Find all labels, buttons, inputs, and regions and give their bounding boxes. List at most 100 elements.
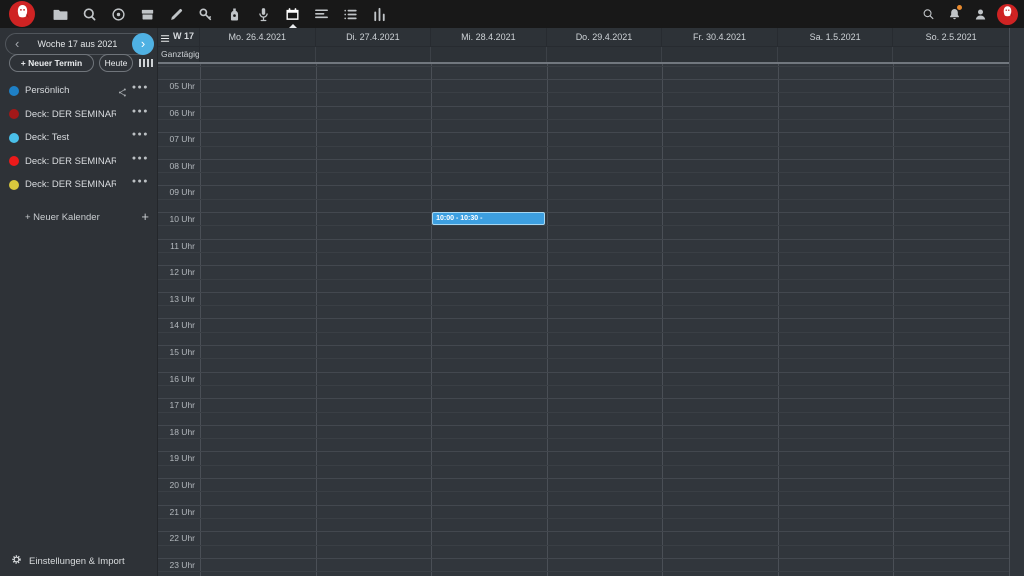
hour-line <box>158 212 1009 213</box>
column-divider <box>431 64 432 576</box>
bar-chart-icon[interactable] <box>365 0 394 28</box>
allday-cell[interactable] <box>431 47 547 62</box>
day-header[interactable]: Fr. 30.4.2021 <box>662 28 778 46</box>
magnifier-circle-icon[interactable] <box>75 0 104 28</box>
key-icon[interactable] <box>191 0 220 28</box>
half-hour-line <box>158 199 1009 200</box>
day-header[interactable]: Di. 27.4.2021 <box>316 28 432 46</box>
time-grid[interactable]: 05 Uhr06 Uhr07 Uhr08 Uhr09 Uhr10 Uhr11 U… <box>158 64 1024 576</box>
more-options-icon[interactable]: ●●● <box>132 84 149 91</box>
new-calendar-button[interactable]: + Neuer Kalender + <box>0 207 158 229</box>
half-hour-line <box>158 438 1009 439</box>
calendar-name: Deck: DER SEMINAR | Dailys <box>25 179 116 190</box>
hour-label: 05 Uhr <box>158 81 195 91</box>
day-header[interactable]: So. 2.5.2021 <box>893 28 1009 46</box>
avatar[interactable] <box>997 4 1018 25</box>
hour-label: 18 Uhr <box>158 427 195 437</box>
column-divider <box>547 64 548 576</box>
previous-week-button[interactable]: ‹ <box>15 36 19 51</box>
hour-line <box>158 239 1009 240</box>
align-left-icon[interactable] <box>307 0 336 28</box>
allday-cell[interactable] <box>547 47 663 62</box>
day-header[interactable]: Sa. 1.5.2021 <box>778 28 894 46</box>
calendar-icon[interactable] <box>278 0 307 28</box>
new-calendar-label: + Neuer Kalender <box>25 212 100 223</box>
folder-icon[interactable] <box>46 0 75 28</box>
calendar-event[interactable]: 10:00 - 10:30 - <box>432 212 545 225</box>
hour-line <box>158 185 1009 186</box>
half-hour-line <box>158 66 1009 67</box>
menu-icon[interactable] <box>160 31 171 42</box>
allday-cell[interactable] <box>316 47 432 62</box>
half-hour-line <box>158 146 1009 147</box>
more-options-icon[interactable]: ●●● <box>132 108 149 115</box>
notification-badge <box>957 5 962 10</box>
hour-line <box>158 318 1009 319</box>
contacts-icon[interactable] <box>967 0 993 28</box>
microphone-icon[interactable] <box>249 0 278 28</box>
calendar-list-item[interactable]: Deck: Test●●● <box>0 126 158 150</box>
calendar-list-item[interactable]: Persönlich●●● <box>0 79 158 103</box>
hour-line <box>158 558 1009 559</box>
calendar-color-dot <box>9 180 19 190</box>
hour-line <box>158 79 1009 80</box>
gear-icon <box>11 552 22 570</box>
view-columns-icon[interactable] <box>139 59 153 67</box>
half-hour-line <box>158 412 1009 413</box>
bottle-icon[interactable] <box>220 0 249 28</box>
allday-cell[interactable] <box>778 47 894 62</box>
hour-label: 16 Uhr <box>158 374 195 384</box>
hour-line <box>158 451 1009 452</box>
hour-label: 21 Uhr <box>158 507 195 517</box>
sidebar: ‹ Woche 17 aus 2021 › + Neuer Termin Heu… <box>0 28 158 576</box>
archive-icon[interactable] <box>133 0 162 28</box>
more-options-icon[interactable]: ●●● <box>132 178 149 185</box>
more-options-icon[interactable]: ●●● <box>132 155 149 162</box>
calendar-list-item[interactable]: Deck: DER SEMINAR | Dailys ●●● <box>0 173 158 197</box>
allday-cell[interactable] <box>893 47 1009 62</box>
app-logo[interactable] <box>9 1 35 27</box>
half-hour-line <box>158 305 1009 306</box>
day-header[interactable]: Do. 29.4.2021 <box>547 28 663 46</box>
column-divider <box>316 64 317 576</box>
allday-label: Ganztägig <box>158 47 200 62</box>
today-button[interactable]: Heute <box>99 54 133 72</box>
allday-cell[interactable] <box>200 47 316 62</box>
calendar-name: Deck: DER SEMINAR | Projekte <box>25 156 116 167</box>
at-circle-icon[interactable] <box>104 0 133 28</box>
calendar-list-item[interactable]: Deck: DER SEMINAR | Projekte ●●● <box>0 150 158 174</box>
half-hour-line <box>158 252 1009 253</box>
more-options-icon[interactable]: ●●● <box>132 131 149 138</box>
pencil-icon[interactable] <box>162 0 191 28</box>
share-icon[interactable] <box>117 85 128 96</box>
hour-label: 22 Uhr <box>158 533 195 543</box>
search-icon[interactable] <box>915 0 941 28</box>
active-app-indicator <box>289 24 297 28</box>
settings-button[interactable]: Einstellungen & Import <box>11 552 125 570</box>
next-week-button[interactable]: › <box>132 33 154 55</box>
allday-cell[interactable] <box>662 47 778 62</box>
half-hour-line <box>158 518 1009 519</box>
half-hour-line <box>158 119 1009 120</box>
column-divider <box>662 64 663 576</box>
checklist-icon[interactable] <box>336 0 365 28</box>
half-hour-line <box>158 385 1009 386</box>
hour-label: 17 Uhr <box>158 400 195 410</box>
grid-right-border <box>1009 28 1010 576</box>
hour-line <box>158 372 1009 373</box>
day-header[interactable]: Mo. 26.4.2021 <box>200 28 316 46</box>
allday-row: Ganztägig <box>158 46 1009 62</box>
bell-icon[interactable] <box>941 0 967 28</box>
topbar-right-icons <box>915 0 1018 28</box>
half-hour-line <box>158 571 1009 572</box>
column-divider <box>893 64 894 576</box>
half-hour-line <box>158 225 1009 226</box>
calendar-list-item[interactable]: Deck: DER SEMINAR | Stunden●●● <box>0 103 158 127</box>
week-label[interactable]: Woche 17 aus 2021 <box>26 34 129 54</box>
calendar-color-dot <box>9 133 19 143</box>
hour-label: 13 Uhr <box>158 294 195 304</box>
half-hour-line <box>158 332 1009 333</box>
plus-icon: + <box>141 209 149 224</box>
new-event-button[interactable]: + Neuer Termin <box>9 54 94 72</box>
day-header[interactable]: Mi. 28.4.2021 <box>431 28 547 46</box>
